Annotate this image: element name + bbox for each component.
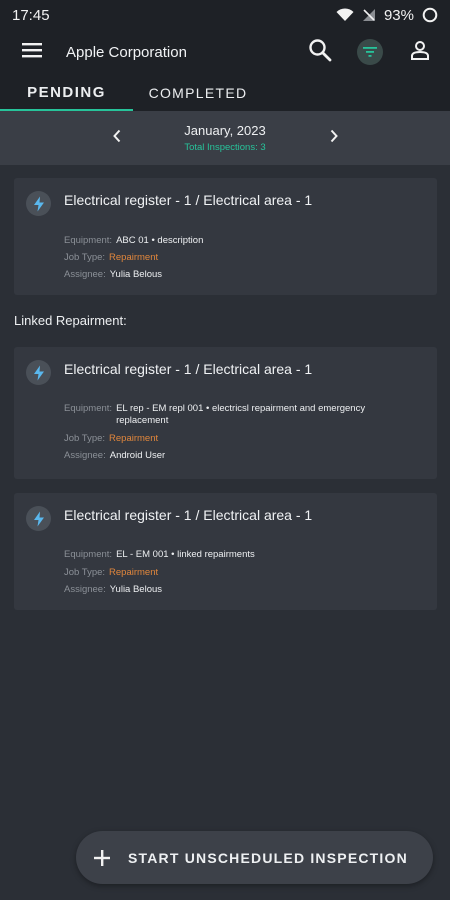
chevron-left-icon (112, 129, 122, 148)
month-label: January, 2023 (184, 123, 266, 138)
app-bar: Apple Corporation (0, 30, 450, 74)
tab-bar: PENDING COMPLETED (0, 74, 450, 111)
tab-completed[interactable]: COMPLETED (133, 74, 263, 111)
chevron-right-icon (329, 129, 339, 148)
linked-card[interactable]: Electrical register - 1 / Electrical are… (14, 493, 437, 610)
tab-completed-label: COMPLETED (148, 84, 248, 101)
card-title: Electrical register - 1 / Electrical are… (64, 361, 313, 377)
wifi-icon (336, 8, 354, 22)
total-inspections-label: Total Inspections: 3 (184, 142, 266, 153)
inspection-card[interactable]: Electrical register - 1 / Electrical are… (14, 178, 437, 295)
month-navigator: January, 2023 Total Inspections: 3 (0, 111, 450, 165)
equipment-label: Equipment: (64, 403, 113, 414)
linked-card[interactable]: Electrical register - 1 / Electrical are… (14, 347, 437, 479)
fab-label: START UNSCHEDULED INSPECTION (128, 849, 408, 866)
job-type-label: Job Type: (64, 567, 106, 578)
next-month-button[interactable] (323, 127, 345, 149)
lightning-icon (26, 191, 51, 216)
battery-icon (422, 7, 438, 23)
equipment-label: Equipment: (64, 549, 113, 560)
job-type-label: Job Type: (64, 433, 106, 444)
status-icons: 93% (336, 7, 438, 24)
job-type-value: Repairment (109, 567, 159, 578)
equipment-row: Equipment: EL rep - EM repl 001 • electr… (64, 403, 424, 427)
equipment-label: Equipment: (64, 235, 113, 246)
assignee-label: Assignee: (64, 450, 106, 461)
assignee-row: Assignee: Android User (64, 450, 165, 462)
equipment-value-line1: EL rep - EM repl 001 • electricsl repair… (116, 403, 366, 414)
app-title: Apple Corporation (66, 43, 187, 61)
assignee-value: Yulia Belous (109, 584, 163, 595)
equipment-value-line2: replacement (116, 415, 169, 426)
assignee-value: Yulia Belous (109, 269, 163, 280)
previous-month-button[interactable] (106, 127, 128, 149)
plus-icon (92, 848, 112, 868)
status-bar: 17:45 93% (0, 0, 450, 30)
equipment-row: Equipment: ABC 01 • description (64, 235, 203, 247)
assignee-label: Assignee: (64, 584, 106, 595)
card-title: Electrical register - 1 / Electrical are… (64, 507, 313, 523)
assignee-label: Assignee: (64, 269, 106, 280)
equipment-value: ABC 01 • description (116, 235, 204, 246)
profile-button[interactable] (402, 34, 438, 70)
battery-percent: 93% (383, 6, 414, 24)
search-icon (308, 38, 332, 67)
job-type-label: Job Type: (64, 252, 106, 263)
lightning-icon (26, 360, 51, 385)
profile-icon (410, 40, 430, 65)
tab-pending-label: PENDING (27, 84, 106, 101)
tab-pending[interactable]: PENDING (0, 74, 133, 111)
linked-repairment-label: Linked Repairment: (14, 313, 127, 328)
status-time: 17:45 (12, 6, 50, 24)
menu-button[interactable] (15, 35, 49, 69)
job-type-row: Job Type: Repairment (64, 567, 158, 579)
job-type-value: Repairment (109, 433, 159, 444)
job-type-value: Repairment (109, 252, 159, 263)
lightning-icon (26, 506, 51, 531)
start-unscheduled-inspection-button[interactable]: START UNSCHEDULED INSPECTION (76, 831, 433, 884)
equipment-row: Equipment: EL - EM 001 • linked repairme… (64, 549, 255, 561)
filter-button[interactable] (352, 34, 388, 70)
month-center: January, 2023 Total Inspections: 3 (184, 123, 265, 153)
job-type-row: Job Type: Repairment (64, 252, 158, 264)
assignee-row: Assignee: Yulia Belous (64, 584, 162, 596)
equipment-value: EL rep - EM repl 001 • electricsl repair… (116, 403, 365, 427)
assignee-row: Assignee: Yulia Belous (64, 269, 162, 281)
card-title: Electrical register - 1 / Electrical are… (64, 192, 313, 208)
job-type-row: Job Type: Repairment (64, 433, 158, 445)
filter-icon (357, 39, 383, 65)
search-button[interactable] (302, 34, 338, 70)
menu-icon (22, 42, 42, 63)
equipment-value: EL - EM 001 • linked repairments (116, 549, 255, 560)
signal-icon (362, 8, 376, 22)
assignee-value: Android User (109, 450, 166, 461)
